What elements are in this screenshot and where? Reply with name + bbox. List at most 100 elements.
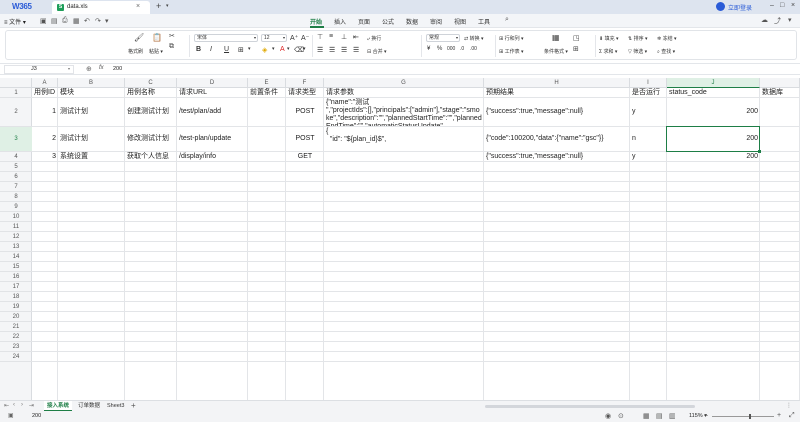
cut-icon[interactable]: ✂ [169, 32, 175, 40]
tab-view[interactable]: 视图 [454, 17, 466, 26]
select-all-corner[interactable] [0, 78, 32, 88]
name-box[interactable]: J3 [4, 65, 74, 74]
merge-cells-button[interactable]: ⊟ 合并 ▾ [367, 48, 387, 55]
fullscreen-icon[interactable]: ⤢ [789, 412, 795, 420]
zoom-in-icon[interactable]: + [777, 412, 781, 419]
wrap-text-button[interactable]: ⤶ 换行 [367, 35, 381, 42]
table-cell[interactable] [248, 98, 286, 126]
column-header[interactable]: B [58, 78, 125, 88]
close-tab-icon[interactable]: × [136, 3, 140, 10]
tab-review[interactable]: 审阅 [430, 17, 442, 26]
new-tab-button[interactable]: + [156, 1, 161, 11]
undo-icon[interactable]: ↶ [84, 17, 90, 25]
fill-handle[interactable] [758, 150, 761, 153]
table-cell[interactable]: n [630, 127, 667, 151]
increase-decimal-icon[interactable]: .0 [460, 46, 464, 52]
table-cell[interactable]: y [630, 152, 667, 161]
row-header[interactable]: 6 [0, 172, 32, 182]
save-icon[interactable]: ▣ [40, 17, 47, 25]
sheet-tab-2[interactable]: 订单数据 [75, 401, 103, 411]
column-header[interactable]: C [125, 78, 177, 88]
freeze-button[interactable]: ❄ 冻结 ▾ [657, 35, 677, 42]
percent-icon[interactable]: % [437, 46, 442, 52]
column-header[interactable]: I [630, 78, 667, 88]
table-header-cell[interactable]: 是否运行 [630, 88, 667, 97]
row-header[interactable]: 7 [0, 182, 32, 192]
row-header[interactable]: 12 [0, 232, 32, 242]
user-avatar-icon[interactable] [716, 2, 725, 11]
table-cell[interactable]: 系统设置 [58, 152, 125, 161]
table-cell[interactable]: 创建测试计划 [125, 98, 177, 126]
conditional-format-button[interactable]: 条件格式 ▾ [544, 48, 568, 55]
align-right-icon[interactable]: ☰ [341, 46, 347, 54]
align-center-icon[interactable]: ☰ [329, 46, 335, 54]
row-header[interactable]: 20 [0, 312, 32, 322]
table-cell[interactable]: 2 [32, 127, 58, 151]
chevron-down-icon[interactable]: ▾ [788, 16, 792, 24]
chevron-down-icon[interactable]: ▾ [248, 46, 251, 52]
row-header[interactable]: 1 [0, 88, 32, 98]
row-header[interactable]: 10 [0, 212, 32, 222]
formula-input[interactable]: 200 [113, 66, 122, 72]
table-cell[interactable]: y [630, 98, 667, 126]
row-header[interactable]: 22 [0, 332, 32, 342]
table-header-cell[interactable]: 模块 [58, 88, 125, 97]
close-window-icon[interactable]: × [791, 2, 795, 9]
chevron-down-icon[interactable]: ▾ [105, 17, 109, 25]
sheet-tab-3[interactable]: Sheet3 [104, 401, 127, 411]
row-header[interactable]: 23 [0, 342, 32, 352]
table-header-cell[interactable]: 数据库 [760, 88, 800, 97]
table-cell[interactable]: /test/plan/add [177, 98, 248, 126]
table-header-cell[interactable]: 前置条件 [248, 88, 286, 97]
macro-record-icon[interactable]: ▣ [8, 412, 14, 419]
paste-button[interactable]: 粘贴 ▾ [149, 48, 163, 55]
table-cell[interactable]: 1 [32, 98, 58, 126]
normal-view-icon[interactable]: ▦ [643, 412, 650, 420]
row-header[interactable]: 13 [0, 242, 32, 252]
chevron-down-icon[interactable]: ▾ [287, 46, 290, 52]
zoom-out-icon[interactable]: – [704, 412, 708, 419]
paste-icon[interactable]: 📋 [152, 33, 162, 42]
table-cell[interactable]: {"success":true,"message":null} [484, 152, 630, 161]
table-cell[interactable]: 200 [667, 152, 760, 161]
table-cell[interactable]: POST [286, 127, 324, 151]
chevron-down-icon[interactable]: ▾ [166, 3, 169, 9]
page-layout-icon[interactable]: ▤ [656, 412, 663, 420]
table-header-cell[interactable]: 请求URL [177, 88, 248, 97]
align-middle-icon[interactable]: ≡ [329, 33, 333, 40]
border-icon[interactable]: ⊞ [238, 46, 244, 54]
underline-icon[interactable]: U [224, 46, 229, 53]
row-header[interactable]: 5 [0, 162, 32, 172]
table-style-icon[interactable]: ⊞ [573, 45, 579, 53]
table-cell[interactable]: 测试计划 [58, 98, 125, 126]
first-sheet-icon[interactable]: ⇤ [4, 402, 9, 409]
chevron-down-icon[interactable]: ▾ [68, 66, 70, 71]
font-shrink-icon[interactable]: A⁻ [301, 34, 309, 42]
fill-color-icon[interactable]: ◈ [262, 46, 267, 54]
row-header[interactable]: 16 [0, 272, 32, 282]
function-icon[interactable]: fx [99, 65, 104, 71]
row-header[interactable]: 8 [0, 192, 32, 202]
horizontal-scrollbar[interactable] [485, 405, 695, 408]
fill-button[interactable]: ⬇ 填充 ▾ [599, 35, 619, 42]
table-cell[interactable]: {"code":100200,"data":{"name":"gsc"}} [484, 127, 630, 151]
align-top-icon[interactable]: ⊤ [317, 33, 323, 41]
indent-decrease-icon[interactable]: ⇤ [353, 33, 359, 41]
thousands-separator-icon[interactable]: 000 [447, 46, 455, 52]
redo-icon[interactable]: ↷ [95, 17, 101, 25]
table-cell[interactable]: {"name":"测试 ","projectIds":[],"principal… [324, 98, 484, 126]
row-header[interactable]: 14 [0, 252, 32, 262]
find-button[interactable]: ⌕ 查找 ▾ [657, 48, 675, 55]
table-cell[interactable]: 测试计划 [58, 127, 125, 151]
table-header-cell[interactable]: 用例ID [32, 88, 58, 97]
row-header[interactable]: 2 [0, 98, 32, 127]
tab-data[interactable]: 数据 [406, 17, 418, 26]
filter-button[interactable]: ▽ 筛选 ▾ [628, 48, 647, 55]
cell-area[interactable]: 用例ID 模块 用例名称 请求URL 前置条件 请求类型 请求参数 预期结果 是否运行 statu… [32, 88, 800, 400]
worksheet-button[interactable]: ⊞ 工作表 ▾ [499, 48, 524, 55]
row-header[interactable]: 21 [0, 322, 32, 332]
table-header-cell[interactable]: 请求参数 [324, 88, 484, 97]
table-cell[interactable]: GET [286, 152, 324, 161]
column-header[interactable]: A [32, 78, 58, 88]
tab-insert[interactable]: 插入 [334, 17, 346, 26]
